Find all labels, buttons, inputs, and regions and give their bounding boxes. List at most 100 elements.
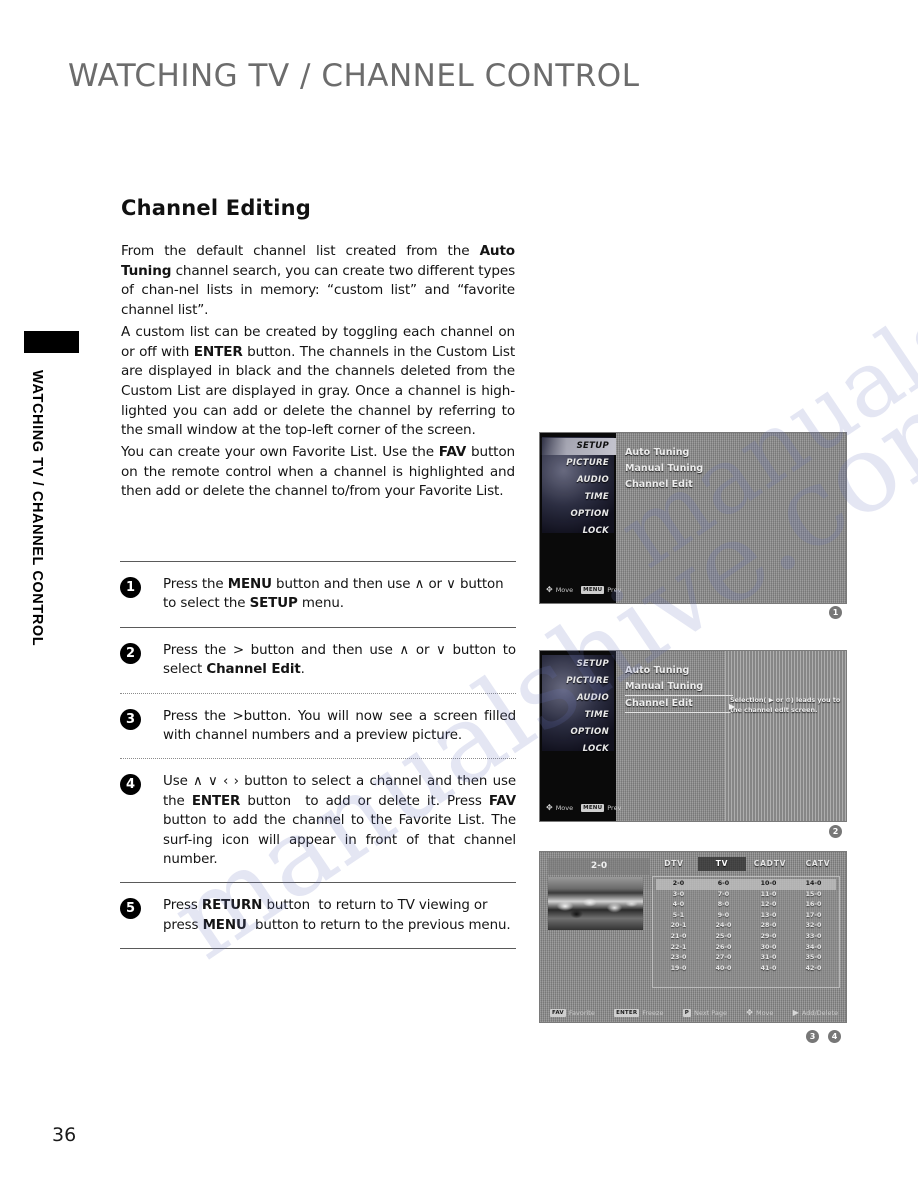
- channel-cell[interactable]: 30-0: [746, 943, 791, 954]
- channel-cell[interactable]: 40-0: [701, 964, 746, 975]
- channel-grid-row[interactable]: 23-0 27-0 31-0 35-0: [656, 953, 836, 964]
- channel-cell[interactable]: 28-0: [746, 921, 791, 932]
- hint-favorite: FAV Favorite: [550, 1009, 595, 1017]
- channel-cell[interactable]: 22-1: [656, 943, 701, 954]
- osd-menu-item-picture[interactable]: PICTURE: [540, 455, 616, 472]
- hint-move-label: Move: [755, 1009, 774, 1017]
- channel-grid-row[interactable]: 4-0 8-0 12-0 16-0: [656, 900, 836, 911]
- body-paragraph-1: From the default channel list created fr…: [121, 243, 515, 319]
- channel-cell[interactable]: 13-0: [746, 911, 791, 922]
- osd-option-manual-tuning[interactable]: Manual Tuning: [625, 461, 733, 477]
- channel-cell[interactable]: 20-1: [656, 921, 701, 932]
- osd-option-manual-tuning[interactable]: Manual Tuning: [625, 679, 733, 695]
- osd-menu-item-lock[interactable]: LOCK: [540, 523, 616, 540]
- hint-next-page-label: Next Page: [694, 1009, 727, 1017]
- channel-cell[interactable]: 41-0: [746, 964, 791, 975]
- channel-grid-row[interactable]: 19-0 40-0 41-0 42-0: [656, 964, 836, 975]
- step-text-1: Press the MENU button and then use ∧ or …: [163, 577, 504, 612]
- menu-key-icon: MENU: [581, 804, 605, 812]
- channel-grid-row[interactable]: 21-0 25-0 29-0 33-0: [656, 932, 836, 943]
- channel-cell[interactable]: 17-0: [791, 911, 836, 922]
- osd-menu-item-time[interactable]: TIME: [540, 707, 616, 724]
- channel-cell[interactable]: 23-0: [656, 953, 701, 964]
- step-text-3: Press the >button. You will now see a sc…: [163, 708, 516, 744]
- osd-option-channel-edit[interactable]: Channel Edit: [625, 477, 733, 493]
- channel-cell[interactable]: 35-0: [791, 953, 836, 964]
- channel-cell[interactable]: 42-0: [791, 964, 836, 975]
- tab-dtv[interactable]: DTV: [650, 857, 698, 871]
- channel-grid-row[interactable]: 2-0 6-0 10-0 14-0: [656, 879, 836, 890]
- osd-menu-item-setup[interactable]: SETUP: [540, 438, 616, 455]
- figure-badges-1: 1: [829, 606, 842, 619]
- hint-freeze-label: Freeze: [642, 1009, 664, 1017]
- osd-hint-prev: MENU Prev: [581, 804, 621, 812]
- step-divider-bottom: [120, 948, 516, 950]
- osd-option-channel-edit[interactable]: Channel Edit ▶: [625, 695, 735, 713]
- tab-catv[interactable]: CATV: [794, 857, 842, 871]
- channel-cell[interactable]: 29-0: [746, 932, 791, 943]
- menu-key-icon: MENU: [581, 586, 605, 594]
- channel-cell[interactable]: 9-0: [701, 911, 746, 922]
- channel-cell[interactable]: 14-0: [791, 879, 836, 890]
- channel-cell[interactable]: 26-0: [701, 943, 746, 954]
- hint-add-delete-label: Add/Delete: [801, 1009, 838, 1017]
- enter-key-icon: ENTER: [614, 1009, 640, 1017]
- osd-menu-item-option[interactable]: OPTION: [540, 506, 616, 523]
- figure-badges-2: 2: [829, 825, 842, 838]
- channel-cell[interactable]: 34-0: [791, 943, 836, 954]
- osd-menu-item-picture[interactable]: PICTURE: [540, 673, 616, 690]
- channel-cell[interactable]: 16-0: [791, 900, 836, 911]
- osd-menu-item-time[interactable]: TIME: [540, 489, 616, 506]
- osd-menu-item-audio[interactable]: AUDIO: [540, 472, 616, 489]
- section-heading: Channel Editing: [121, 196, 311, 220]
- channel-cell[interactable]: 31-0: [746, 953, 791, 964]
- step-3: 3 Press the >button. You will now see a …: [120, 694, 516, 759]
- channel-cell[interactable]: 27-0: [701, 953, 746, 964]
- channel-grid-row[interactable]: 3-0 7-0 11-0 15-0: [656, 890, 836, 901]
- osd-hint-prev-label: Prev: [607, 586, 622, 594]
- channel-cell[interactable]: 10-0: [746, 879, 791, 890]
- channel-cell[interactable]: 8-0: [701, 900, 746, 911]
- osd-hint-move-label: Move: [555, 586, 574, 594]
- channel-cell[interactable]: 5-1: [656, 911, 701, 922]
- channel-grid-row[interactable]: 20-1 24-0 28-0 32-0: [656, 921, 836, 932]
- osd-menu-item-audio[interactable]: AUDIO: [540, 690, 616, 707]
- channel-cell[interactable]: 32-0: [791, 921, 836, 932]
- tab-tv[interactable]: TV: [698, 857, 746, 871]
- figure-badge-3: 3: [806, 1030, 819, 1043]
- step-list: 1 Press the MENU button and then use ∧ o…: [120, 561, 516, 950]
- osd-menu-item-option[interactable]: OPTION: [540, 724, 616, 741]
- page-key-icon: P: [682, 1009, 692, 1017]
- channel-cell[interactable]: 25-0: [701, 932, 746, 943]
- channel-cell[interactable]: 4-0: [656, 900, 701, 911]
- dpad-icon: ✥: [546, 585, 553, 594]
- fav-key-icon: FAV: [550, 1009, 566, 1017]
- hint-freeze: ENTER Freeze: [614, 1009, 663, 1017]
- channel-cell[interactable]: 24-0: [701, 921, 746, 932]
- tab-cadtv[interactable]: CADTV: [746, 857, 794, 871]
- osd-option-auto-tuning[interactable]: Auto Tuning: [625, 663, 733, 679]
- channel-grid-row[interactable]: 22-1 26-0 30-0 34-0: [656, 943, 836, 954]
- osd-menu-item-lock[interactable]: LOCK: [540, 741, 616, 758]
- step-badge-5: 5: [120, 898, 141, 920]
- channel-cell[interactable]: 15-0: [791, 890, 836, 901]
- osd-option-auto-tuning[interactable]: Auto Tuning: [625, 445, 733, 461]
- channel-cell[interactable]: 7-0: [701, 890, 746, 901]
- channel-cell[interactable]: 2-0: [656, 879, 701, 890]
- step-5: 5 Press RETURN button to return to TV vi…: [120, 883, 516, 948]
- channel-cell[interactable]: 21-0: [656, 932, 701, 943]
- osd-hint-move-label: Move: [555, 804, 574, 812]
- channel-grid-row[interactable]: 5-1 9-0 13-0 17-0: [656, 911, 836, 922]
- osd-menu-item-setup[interactable]: SETUP: [540, 656, 616, 673]
- page-title: WATCHING TV / CHANNEL CONTROL: [68, 58, 640, 94]
- channel-cell[interactable]: 33-0: [791, 932, 836, 943]
- body-paragraph-3: You can create your own Favorite List. U…: [121, 444, 515, 500]
- channel-cell[interactable]: 11-0: [746, 890, 791, 901]
- channel-cell[interactable]: 19-0: [656, 964, 701, 975]
- osd-menu-list: SETUP PICTURE AUDIO TIME OPTION LOCK: [540, 438, 616, 540]
- channel-cell[interactable]: 3-0: [656, 890, 701, 901]
- osd-help-panel: [725, 651, 846, 821]
- channel-cell[interactable]: 12-0: [746, 900, 791, 911]
- channel-cell[interactable]: 6-0: [701, 879, 746, 890]
- side-tab-marker: [24, 331, 79, 353]
